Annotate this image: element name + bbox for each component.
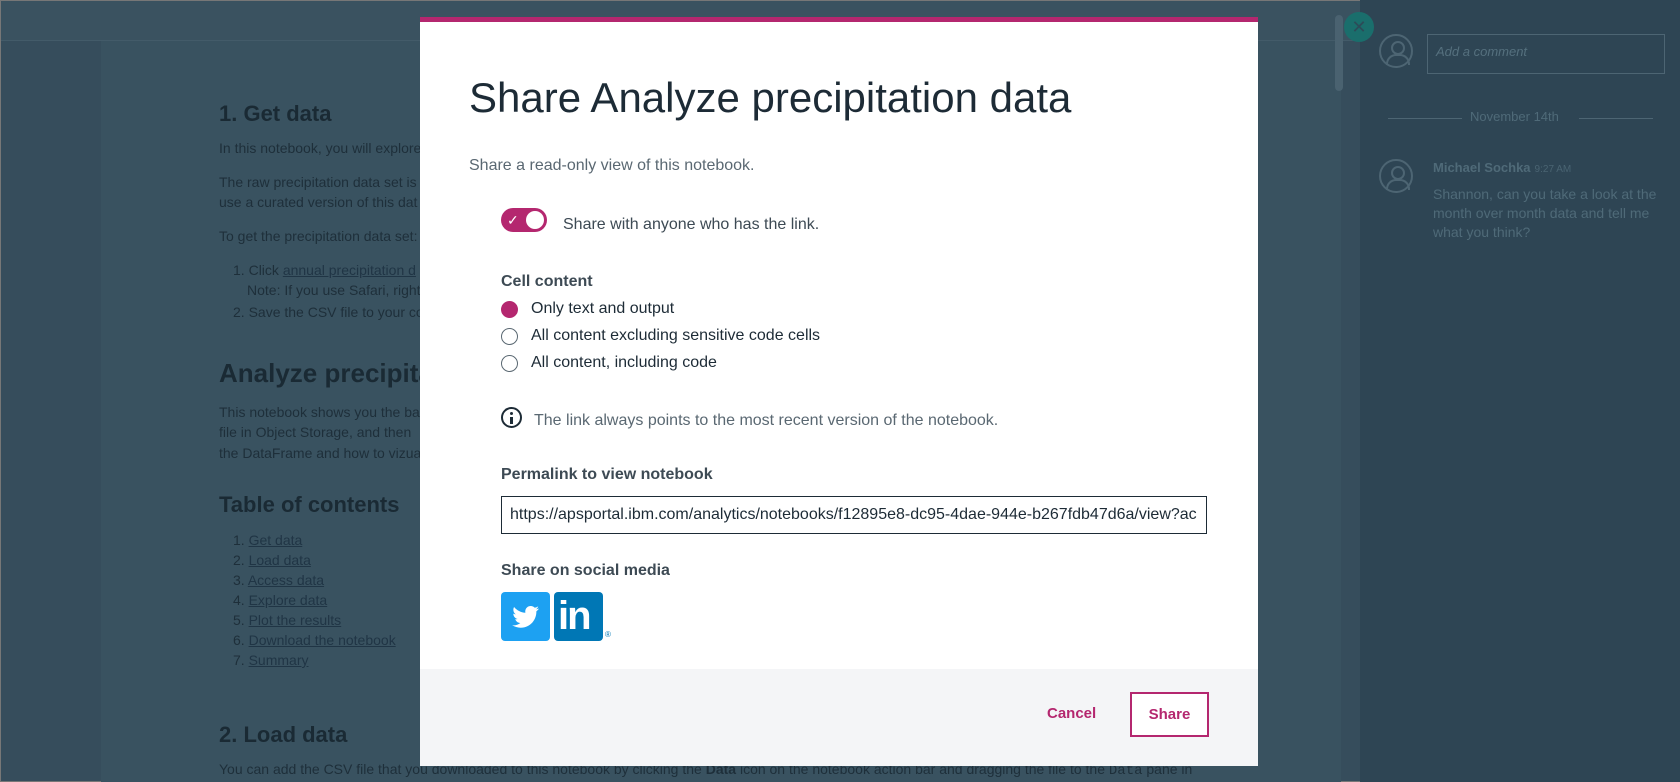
dialog-footer: Cancel Share [420, 669, 1258, 766]
list-text: Click [248, 262, 283, 278]
toc-item: 5. Plot the results [233, 612, 341, 628]
paragraph-line: use a curated version of this dat [219, 194, 418, 210]
paragraph-line: file in Object Storage, and then [219, 424, 412, 440]
toc-item: 7. Summary [233, 652, 308, 668]
paragraph-line: In this notebook, you will explore [219, 140, 422, 156]
toc-number: 5. [233, 612, 245, 628]
list-item: 2. Save the CSV file to your co [233, 304, 424, 320]
info-text: The link always points to the most recen… [534, 412, 999, 429]
twitter-bird-icon [512, 605, 540, 628]
social-label: Share on social media [501, 562, 670, 579]
toc-link[interactable]: Load data [249, 552, 311, 568]
comment-time: 9:27 AM [1534, 164, 1572, 175]
permalink-label: Permalink to view notebook [501, 466, 713, 483]
comment-author: Michael Sochka 9:27 AM [1433, 160, 1571, 175]
share-button[interactable]: Share [1130, 692, 1209, 737]
section-heading: 1. Get data [219, 101, 332, 126]
info-icon [501, 407, 522, 428]
comment-body: Shannon, can you take a look at the mont… [1433, 186, 1657, 240]
cancel-button[interactable]: Cancel [1047, 705, 1096, 722]
author-name: Michael Sochka [1433, 160, 1531, 175]
divider [1579, 118, 1653, 119]
list-text: Save the CSV file to your co [248, 304, 424, 320]
dialog-subtitle: Share a read-only view of this notebook. [469, 157, 755, 174]
toc-link[interactable]: Explore data [249, 592, 328, 608]
toc-number: 4. [233, 592, 245, 608]
toggle-label: Share with anyone who has the link. [563, 216, 820, 233]
paragraph-line: This notebook shows you the ba [219, 404, 420, 420]
list-number: 2. [233, 304, 245, 320]
paragraph-line: To get the precipitation data set: [219, 228, 418, 244]
toc-link[interactable]: Get data [249, 532, 303, 548]
twitter-icon[interactable] [501, 592, 550, 641]
radio-button[interactable] [501, 355, 518, 372]
notebook-scrollbar[interactable] [1335, 15, 1343, 91]
divider [1388, 118, 1462, 119]
radio-label: Only text and output [531, 300, 675, 317]
user-avatar-icon [1379, 34, 1413, 68]
check-icon: ✓ [507, 212, 519, 228]
paragraph-line: the DataFrame and how to vizua [219, 445, 422, 461]
permalink-input[interactable] [501, 496, 1207, 534]
list-item: 1. Click annual precipitation d [233, 262, 416, 278]
section-heading: Analyze precipita [219, 358, 433, 388]
toc-item: 3. Access data [233, 572, 324, 588]
author-avatar-icon [1379, 159, 1413, 193]
radio-button[interactable] [501, 328, 518, 345]
toc-number: 7. [233, 652, 245, 668]
radio-label: All content, including code [531, 354, 717, 371]
toc-link[interactable]: Plot the results [249, 612, 342, 628]
toc-item: 1. Get data [233, 532, 302, 548]
toc-number: 6. [233, 632, 245, 648]
toc-item: 6. Download the notebook [233, 632, 396, 648]
toc-number: 1. [233, 532, 245, 548]
close-icon[interactable]: ✕ [1344, 12, 1374, 42]
precipitation-link[interactable]: annual precipitation d [283, 262, 416, 278]
toc-link[interactable]: Summary [249, 652, 309, 668]
section-heading: 2. Load data [219, 722, 348, 747]
paragraph-line: The raw precipitation data set is [219, 174, 417, 190]
radio-button[interactable] [501, 301, 518, 318]
comment-input[interactable]: Add a comment [1427, 34, 1665, 74]
share-dialog: Share Analyze precipitation data Share a… [420, 17, 1258, 766]
dialog-title: Share Analyze precipitation data [469, 74, 1072, 121]
linkedin-icon[interactable]: in [554, 592, 603, 641]
registered-mark: ® [605, 630, 611, 639]
list-note: Note: If you use Safari, right [247, 282, 421, 298]
cell-content-label: Cell content [501, 273, 593, 290]
toc-number: 2. [233, 552, 245, 568]
toc-link[interactable]: Download the notebook [249, 632, 396, 648]
toc-link[interactable]: Access data [248, 572, 324, 588]
radio-label: All content excluding sensitive code cel… [531, 327, 821, 344]
toggle-knob [526, 211, 544, 229]
toc-item: 2. Load data [233, 552, 311, 568]
toc-item: 4. Explore data [233, 592, 327, 608]
list-number: 1. [233, 262, 245, 278]
toc-heading: Table of contents [219, 492, 400, 517]
share-link-toggle[interactable]: ✓ [501, 208, 547, 232]
toc-number: 3. [233, 572, 245, 588]
linkedin-logo: in [558, 594, 592, 638]
comment-date: November 14th [1470, 109, 1559, 124]
